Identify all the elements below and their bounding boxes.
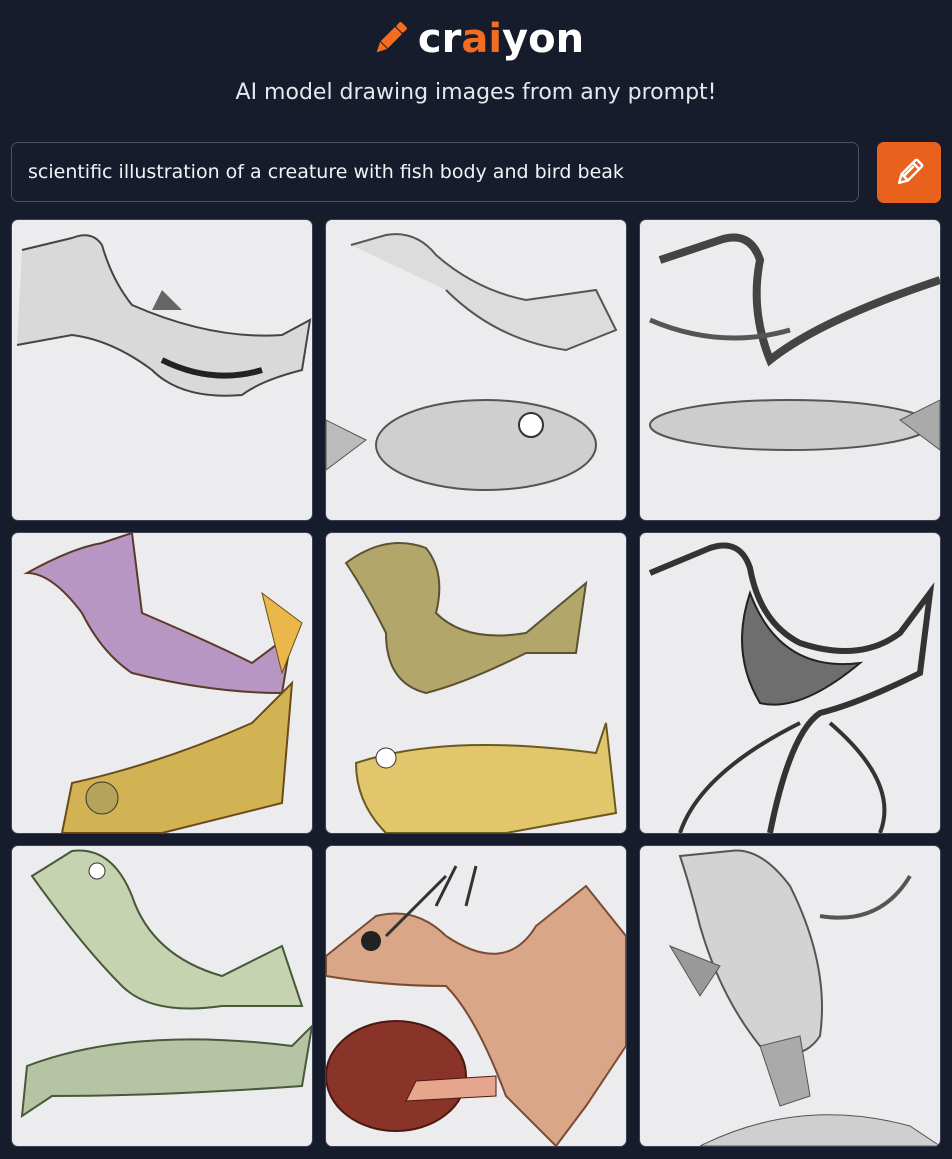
result-image-2[interactable] [325, 219, 627, 521]
header: craiyon AI model drawing images from any… [0, 0, 952, 130]
result-image-7[interactable] [11, 845, 313, 1147]
prompt-field[interactable] [11, 142, 859, 202]
result-image-8[interactable] [325, 845, 627, 1147]
pencil-icon [897, 158, 924, 184]
results-grid [11, 219, 941, 1149]
result-image-6[interactable] [639, 532, 941, 834]
result-image-5[interactable] [325, 532, 627, 834]
result-image-4[interactable] [11, 532, 313, 834]
craiyon-logo[interactable]: craiyon [0, 10, 952, 68]
pencil-icon [376, 22, 407, 53]
logo-text: craiyon [417, 16, 585, 62]
result-image-9[interactable] [639, 845, 941, 1147]
prompt-input[interactable] [12, 161, 858, 183]
tagline: AI model drawing images from any prompt! [235, 80, 717, 105]
draw-button[interactable] [877, 142, 941, 203]
result-image-1[interactable] [11, 219, 313, 521]
result-image-3[interactable] [639, 219, 941, 521]
